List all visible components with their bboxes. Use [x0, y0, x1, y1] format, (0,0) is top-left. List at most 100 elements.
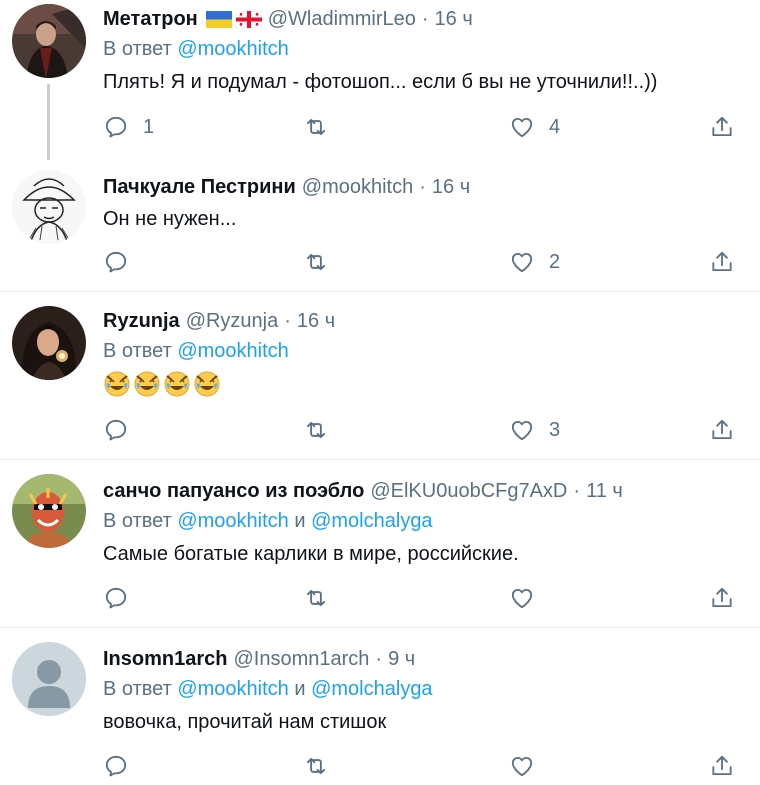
tweet-text: Плять! Я и подумал - фотошоп... если б в…: [103, 71, 658, 93]
share-button[interactable]: [709, 416, 735, 444]
share-icon: [709, 585, 735, 611]
author-name[interactable]: Insomn1arch: [103, 648, 227, 671]
share-button[interactable]: [709, 113, 735, 141]
retweet-button[interactable]: [303, 113, 329, 141]
mention-link[interactable]: @mookhitch: [177, 340, 288, 362]
retweet-button[interactable]: [303, 416, 329, 444]
timestamp[interactable]: 9 ч: [388, 648, 415, 671]
separator-dot: ·: [419, 175, 426, 198]
like-button[interactable]: 2: [509, 248, 560, 276]
default-avatar-icon: [12, 642, 86, 716]
reply-icon: [103, 585, 129, 611]
laughing-cat-emoji-icon: [163, 370, 191, 398]
action-bar: [103, 584, 743, 612]
reply-icon: [103, 753, 129, 779]
reply-icon: [103, 249, 129, 275]
retweet-button[interactable]: [303, 584, 329, 612]
tweet-text: Самые богатые карлики в мире, российские…: [103, 543, 519, 565]
mention-link[interactable]: @mookhitch: [177, 678, 288, 700]
share-button[interactable]: [709, 584, 735, 612]
share-button[interactable]: [709, 752, 735, 780]
mention-link[interactable]: @mookhitch: [177, 510, 288, 532]
timestamp[interactable]: 16 ч: [297, 310, 335, 333]
retweet-icon: [303, 585, 329, 611]
retweet-button[interactable]: [303, 752, 329, 780]
mention-link[interactable]: @molchalyga: [311, 510, 432, 532]
heart-icon: [509, 114, 535, 140]
tweet-card[interactable]: Insomn1arch @Insomn1arch · 9 ч В ответ @…: [0, 628, 760, 785]
reply-button[interactable]: 1: [103, 113, 154, 141]
share-icon: [709, 249, 735, 275]
avatar[interactable]: [12, 306, 86, 380]
author-handle[interactable]: @mookhitch: [302, 176, 413, 199]
retweet-icon: [303, 417, 329, 443]
heart-icon: [509, 249, 535, 275]
laughing-cat-emoji-icon: [133, 370, 161, 398]
author-name[interactable]: Ryzunja: [103, 310, 180, 333]
reply-context: В ответ @mookhitch и @molchalyga: [103, 678, 750, 704]
share-icon: [709, 114, 735, 140]
retweet-icon: [303, 753, 329, 779]
reply-prefix: В ответ: [103, 340, 172, 362]
reply-context: В ответ @mookhitch: [103, 340, 750, 366]
author-handle[interactable]: @Ryzunja: [186, 310, 279, 333]
tweet-emoji-row: [103, 370, 750, 398]
timestamp[interactable]: 16 ч: [435, 8, 473, 31]
like-button[interactable]: 3: [509, 416, 560, 444]
laughing-cat-emoji-icon: [103, 370, 131, 398]
separator-dot: ·: [573, 479, 581, 502]
ukraine-flag-icon: [205, 10, 232, 28]
laughing-cat-emoji-icon: [193, 370, 221, 398]
like-button[interactable]: [509, 584, 535, 612]
thread-line: [47, 84, 50, 160]
reply-context: В ответ @mookhitch и @molchalyga: [103, 510, 750, 536]
author-handle[interactable]: @ElKU0uobCFg7AxD: [370, 480, 567, 503]
separator-dot: ·: [284, 309, 291, 332]
timestamp[interactable]: 16 ч: [432, 176, 470, 199]
reply-button[interactable]: [103, 416, 129, 444]
retweet-icon: [303, 249, 329, 275]
author-handle[interactable]: @Insomn1arch: [233, 648, 369, 671]
action-bar: 1 4: [103, 113, 743, 141]
action-bar: 2: [103, 248, 743, 276]
reply-icon: [103, 417, 129, 443]
share-icon: [709, 417, 735, 443]
avatar[interactable]: [12, 4, 86, 78]
reply-button[interactable]: [103, 752, 129, 780]
author-name[interactable]: Пачкуале Пестрини: [103, 176, 296, 199]
reply-button[interactable]: [103, 248, 129, 276]
heart-icon: [509, 417, 535, 443]
tweet-card[interactable]: Ryzunja @Ryzunja · 16 ч В ответ @mookhit…: [0, 292, 760, 460]
reply-conjunction: и: [294, 678, 306, 700]
tweet-card[interactable]: санчо папуансо из поэбло @ElKU0uobCFg7Ax…: [0, 460, 760, 628]
author-name[interactable]: Метатрон: [103, 8, 198, 31]
author-name[interactable]: санчо папуансо из поэбло: [103, 480, 364, 503]
timestamp[interactable]: 11 ч: [586, 480, 623, 503]
reply-button[interactable]: [103, 584, 129, 612]
like-button[interactable]: [509, 752, 535, 780]
heart-icon: [509, 753, 535, 779]
mention-link[interactable]: @mookhitch: [177, 38, 288, 60]
share-button[interactable]: [709, 248, 735, 276]
reply-prefix: В ответ: [103, 38, 172, 60]
heart-icon: [509, 585, 535, 611]
georgia-flag-icon: [235, 10, 262, 28]
avatar[interactable]: [12, 642, 86, 716]
reply-prefix: В ответ: [103, 510, 172, 532]
tweet-card[interactable]: Пачкуале Пестрини @mookhitch · 16 ч Он н…: [0, 160, 760, 292]
retweet-icon: [303, 114, 329, 140]
avatar[interactable]: [12, 170, 86, 244]
like-count: 4: [549, 115, 561, 138]
retweet-button[interactable]: [303, 248, 329, 276]
tweet-card[interactable]: Метатрон @WladimmirLeo · 16 ч В ответ @m…: [0, 0, 760, 160]
reply-icon: [103, 114, 129, 140]
like-button[interactable]: 4: [509, 113, 560, 141]
tweet-text: вовочка, прочитай нам стишок: [103, 711, 387, 733]
action-bar: 3: [103, 416, 743, 444]
mention-link[interactable]: @molchalyga: [311, 678, 432, 700]
reply-prefix: В ответ: [103, 678, 172, 700]
author-handle[interactable]: @WladimmirLeo: [268, 8, 416, 31]
reply-conjunction: и: [294, 510, 306, 532]
reply-context: В ответ @mookhitch: [103, 38, 750, 64]
avatar[interactable]: [12, 474, 86, 548]
